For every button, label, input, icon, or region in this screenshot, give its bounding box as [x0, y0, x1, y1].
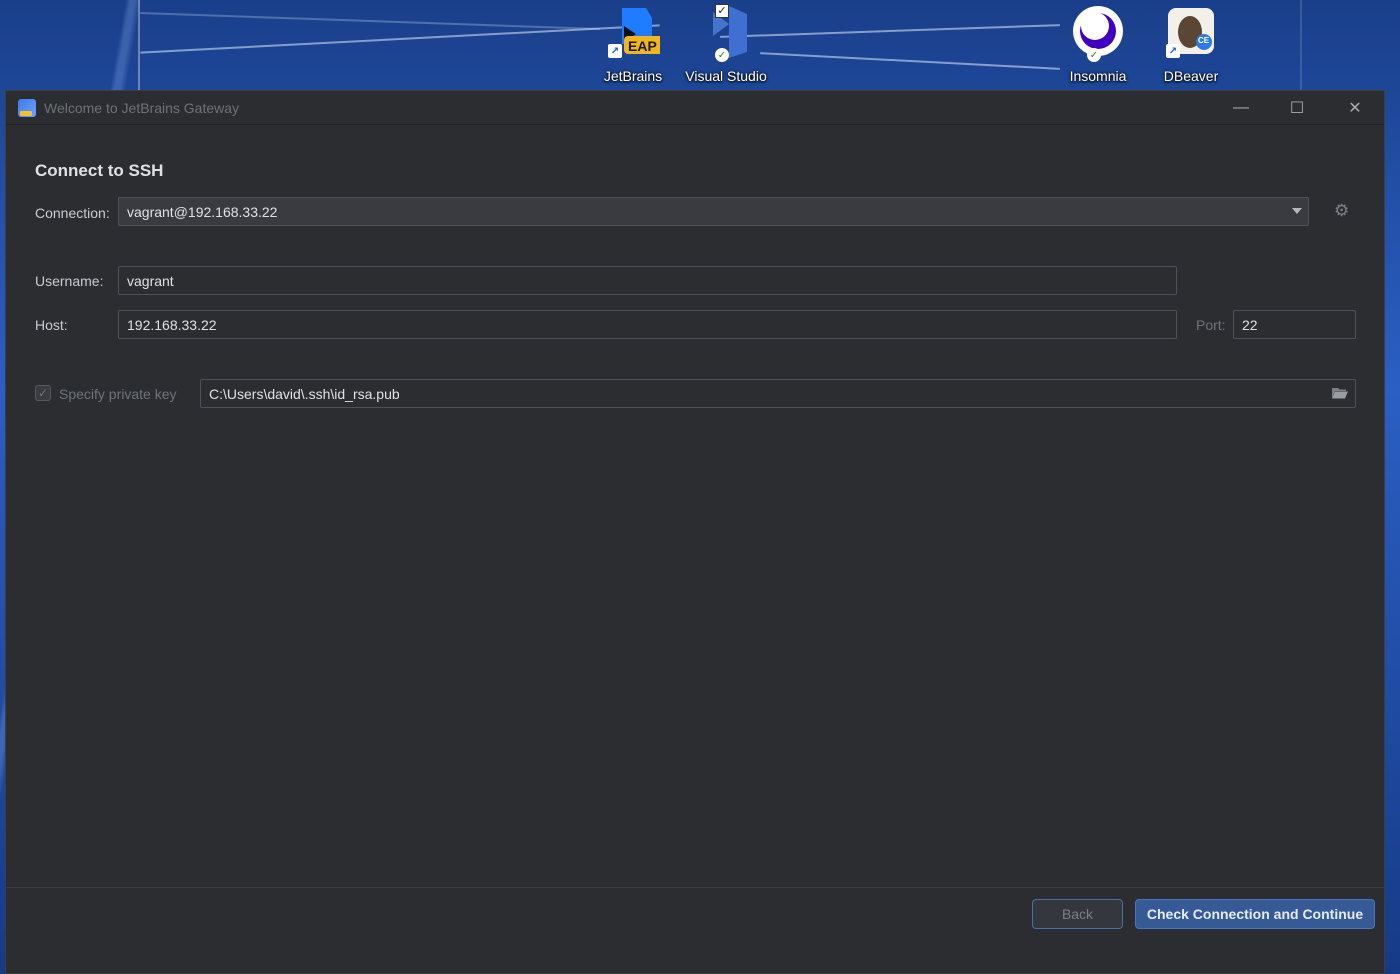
insomnia-icon: ✓ [1071, 4, 1125, 62]
check-connection-continue-button[interactable]: Check Connection and Continue [1135, 899, 1375, 929]
window-title: Welcome to JetBrains Gateway [44, 99, 240, 116]
connection-value: vagrant@192.168.33.22 [127, 203, 278, 220]
desktop-icon-visual-studio[interactable]: ✓ ✓ Visual Studio [681, 4, 771, 84]
page-title: Connect to SSH [35, 161, 164, 180]
footer-divider [6, 887, 1384, 888]
username-input[interactable]: vagrant [118, 266, 1177, 295]
selection-checkbox-icon: ✓ [715, 4, 729, 18]
private-key-label: Specify private key [59, 386, 177, 402]
gateway-window: Welcome to JetBrains Gateway — ☐ ✕ Conne… [5, 90, 1385, 974]
host-input[interactable]: 192.168.33.22 [118, 310, 1177, 339]
chevron-down-icon [1292, 208, 1302, 214]
desktop-icon-dbeaver[interactable]: CE ↗ DBeaver [1146, 4, 1236, 84]
gateway-app-icon [18, 98, 36, 117]
port-value: 22 [1242, 316, 1258, 333]
desktop-icon-label: Visual Studio [685, 68, 767, 84]
eap-badge: EAP [628, 38, 657, 54]
back-button[interactable]: Back [1032, 899, 1123, 929]
minimize-button[interactable]: — [1218, 91, 1264, 125]
maximize-button[interactable]: ☐ [1274, 91, 1320, 125]
username-label: Username: [35, 273, 104, 289]
desktop-icon-label: DBeaver [1163, 68, 1219, 84]
private-key-path-input[interactable]: C:\Users\david\.ssh\id_rsa.pub [200, 379, 1356, 408]
desktop-icon-jetbrains[interactable]: EAP ↗ JetBrains [588, 4, 678, 84]
shortcut-arrow-icon: ↗ [1166, 44, 1180, 58]
window-titlebar[interactable]: Welcome to JetBrains Gateway — ☐ ✕ [6, 91, 1384, 125]
connect-ssh-panel: Connect to SSH Connection: vagrant@192.1… [6, 125, 1384, 885]
dbeaver-ce-badge: CE [1198, 36, 1210, 45]
desktop-icon-label: Insomnia [1069, 68, 1127, 84]
host-label: Host: [35, 317, 68, 333]
port-label: Port: [1196, 317, 1226, 333]
close-button[interactable]: ✕ [1332, 91, 1378, 125]
folder-open-icon[interactable] [1331, 386, 1349, 400]
gear-icon[interactable]: ⚙ [1334, 201, 1349, 221]
shortcut-arrow-icon: ↗ [608, 44, 622, 58]
dbeaver-icon: CE ↗ [1164, 4, 1218, 58]
jetbrains-gateway-icon: EAP ↗ [606, 4, 664, 58]
private-key-checkbox[interactable]: ✓ [35, 385, 51, 401]
username-value: vagrant [127, 272, 174, 289]
host-value: 192.168.33.22 [127, 316, 217, 333]
sync-check-icon: ✓ [1087, 48, 1101, 62]
connection-dropdown[interactable]: vagrant@192.168.33.22 [118, 197, 1309, 226]
desktop-icon-insomnia[interactable]: ✓ Insomnia [1053, 4, 1143, 84]
sync-check-icon: ✓ [715, 48, 729, 62]
visual-studio-icon: ✓ ✓ [699, 4, 753, 62]
desktop-icon-label: JetBrains [603, 68, 663, 84]
port-input[interactable]: 22 [1233, 310, 1356, 339]
connection-label: Connection: [35, 205, 110, 221]
private-key-path: C:\Users\david\.ssh\id_rsa.pub [209, 385, 400, 402]
